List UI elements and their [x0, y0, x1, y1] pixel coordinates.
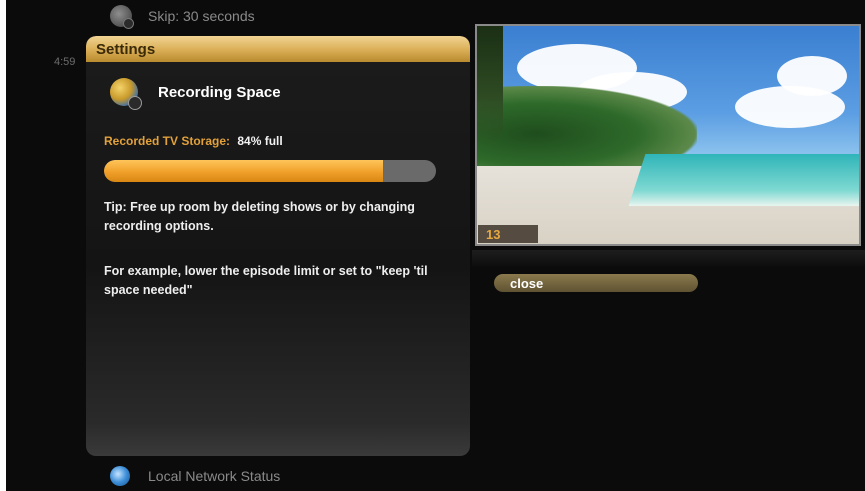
- recording-space-icon: [110, 78, 142, 110]
- live-tv-preview[interactable]: 13: [475, 24, 861, 246]
- sea: [628, 154, 859, 206]
- time-label: 4:59: [54, 56, 76, 68]
- storage-progress-bar: [104, 160, 436, 182]
- tip-text: Tip: Free up room by deleting shows or b…: [104, 200, 415, 233]
- storage-progress-fill: [104, 160, 383, 182]
- close-button[interactable]: close: [494, 274, 698, 292]
- menu-item-network[interactable]: Local Network Status: [110, 466, 280, 486]
- storage-line: Recorded TV Storage: 84% full: [104, 134, 283, 148]
- network-label: Local Network Status: [148, 468, 281, 484]
- settings-panel: Settings Recording Space Recorded TV Sto…: [86, 36, 470, 456]
- recording-space-heading: Recording Space: [110, 78, 281, 110]
- skip-icon: [110, 5, 134, 29]
- storage-label: Recorded TV Storage:: [104, 134, 231, 148]
- recording-space-title: Recording Space: [158, 83, 281, 101]
- channel-badge: 13: [478, 225, 538, 243]
- example-text: For example, lower the episode limit or …: [104, 264, 428, 297]
- cloud: [777, 56, 847, 96]
- panel-header: Settings: [86, 36, 470, 62]
- tv-screen: Skip: 30 seconds 4:59 Settings Recording…: [6, 0, 865, 491]
- menu-item-skip[interactable]: Skip: 30 seconds: [110, 4, 255, 29]
- storage-value: 84% full: [237, 134, 283, 148]
- divider: [472, 250, 865, 268]
- network-icon: [110, 466, 130, 486]
- palm-trees: [477, 26, 503, 146]
- skip-label: Skip: 30 seconds: [148, 8, 255, 24]
